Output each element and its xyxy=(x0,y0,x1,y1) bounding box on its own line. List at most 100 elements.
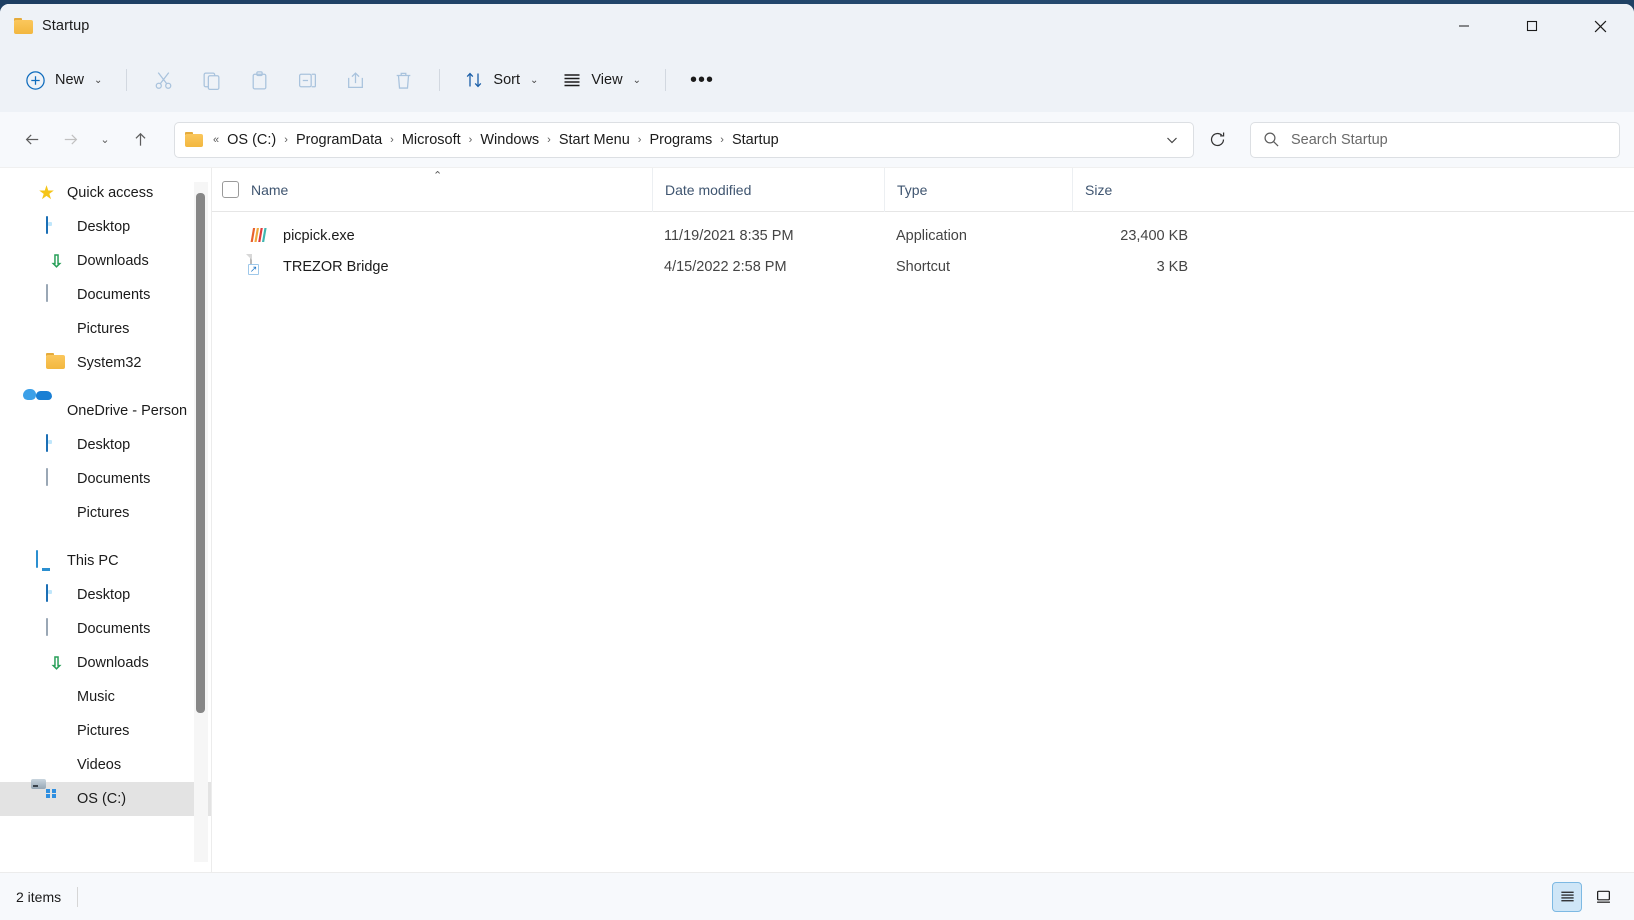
forward-button[interactable] xyxy=(52,122,88,158)
sidebar-item-desktop[interactable]: Desktop ⮟ xyxy=(0,210,212,244)
column-header-label: Type xyxy=(897,182,927,198)
sidebar-item-onedrive-documents[interactable]: Documents xyxy=(0,462,212,496)
details-view-icon xyxy=(1559,888,1576,905)
shortcut-icon: ↗ xyxy=(248,256,270,278)
breadcrumb-item-5[interactable]: Programs xyxy=(643,128,718,152)
search-box[interactable]: Search Startup xyxy=(1250,122,1620,158)
sidebar-item-pc-music[interactable]: Music xyxy=(0,680,212,714)
breadcrumb-separator: › xyxy=(636,134,644,146)
sidebar-item-pc-documents[interactable]: Documents xyxy=(0,612,212,646)
column-header-name[interactable]: Name xyxy=(212,168,652,212)
music-icon xyxy=(46,687,67,708)
breadcrumb-item-0[interactable]: OS (C:) xyxy=(221,128,282,152)
breadcrumb-item-6[interactable]: Startup xyxy=(726,128,785,152)
column-header-label: Size xyxy=(1085,182,1112,198)
search-input[interactable]: Search Startup xyxy=(1291,132,1388,148)
table-row[interactable]: picpick.exe 11/19/2021 8:35 PM Applicati… xyxy=(212,220,1634,251)
sidebar-item-this-pc[interactable]: This PC xyxy=(0,544,212,578)
column-header-size[interactable]: Size xyxy=(1072,168,1202,212)
share-button[interactable] xyxy=(332,60,378,100)
sidebar-item-pc-desktop[interactable]: Desktop xyxy=(0,578,212,612)
copy-icon xyxy=(201,70,222,91)
column-header-type[interactable]: Type xyxy=(884,168,1072,212)
breadcrumb-item-3[interactable]: Windows xyxy=(474,128,545,152)
close-button[interactable] xyxy=(1566,4,1634,48)
sidebar-item-label: System32 xyxy=(77,355,141,371)
breadcrumb-separator: › xyxy=(282,134,290,146)
folder-icon xyxy=(185,132,203,147)
breadcrumb-item-2[interactable]: Microsoft xyxy=(396,128,467,152)
sidebar-item-label: Documents xyxy=(77,287,150,303)
breadcrumb-item-1[interactable]: ProgramData xyxy=(290,128,388,152)
file-name-cell[interactable]: picpick.exe xyxy=(212,220,652,251)
drive-icon xyxy=(46,789,67,810)
select-all-checkbox[interactable] xyxy=(222,181,239,198)
rename-button[interactable] xyxy=(284,60,330,100)
arrow-right-icon xyxy=(61,130,80,149)
sidebar-item-downloads[interactable]: ⇩ Downloads ⮟ xyxy=(0,244,212,278)
table-row[interactable]: ↗ TREZOR Bridge 4/15/2022 2:58 PM Shortc… xyxy=(212,251,1634,282)
file-name-cell[interactable]: ↗ TREZOR Bridge xyxy=(212,251,652,282)
sidebar-item-pictures[interactable]: Pictures ⮟ xyxy=(0,312,212,346)
column-header-label: Name xyxy=(251,182,288,198)
window-title: Startup xyxy=(42,18,89,34)
item-count-label: 2 items xyxy=(16,889,61,905)
video-icon xyxy=(46,755,67,776)
up-button[interactable] xyxy=(122,122,158,158)
details-view-button[interactable] xyxy=(1552,882,1582,912)
sidebar-spacer-2 xyxy=(0,530,212,544)
sidebar-item-os-c[interactable]: OS (C:) xyxy=(0,782,212,816)
sidebar-item-label: Pictures xyxy=(77,505,129,521)
sidebar-item-quick-access[interactable]: ★ Quick access xyxy=(0,176,212,210)
back-button[interactable] xyxy=(14,122,50,158)
sidebar-item-label: Videos xyxy=(77,757,121,773)
trash-icon xyxy=(393,70,414,91)
refresh-button[interactable] xyxy=(1198,122,1236,158)
minimize-button[interactable] xyxy=(1430,4,1498,48)
sidebar-item-label: Desktop xyxy=(77,219,130,235)
folder-icon xyxy=(46,353,67,374)
sidebar-item-pc-downloads[interactable]: ⇩ Downloads xyxy=(0,646,212,680)
view-button[interactable]: View ⌄ xyxy=(551,60,652,100)
content-area: ★ Quick access Desktop ⮟ ⇩ Downloads ⮟ D… xyxy=(0,168,1634,872)
cut-button[interactable] xyxy=(140,60,186,100)
toolbar-separator-3 xyxy=(665,69,666,91)
picpick-icon xyxy=(248,225,270,247)
sidebar-item-onedrive-desktop[interactable]: Desktop xyxy=(0,428,212,462)
breadcrumb-item-4[interactable]: Start Menu xyxy=(553,128,636,152)
delete-button[interactable] xyxy=(380,60,426,100)
breadcrumb-dropdown-button[interactable] xyxy=(1155,125,1189,155)
sort-button[interactable]: Sort ⌄ xyxy=(453,60,549,100)
paste-button[interactable] xyxy=(236,60,282,100)
file-list-pane: Name Date modified Type Size ⌃ xyxy=(212,168,1634,872)
picture-icon xyxy=(46,503,67,524)
sidebar-item-pc-pictures[interactable]: Pictures xyxy=(0,714,212,748)
window-controls xyxy=(1430,4,1634,48)
sidebar-item-documents[interactable]: Documents ⮟ xyxy=(0,278,212,312)
sidebar-scrollbar-thumb[interactable] xyxy=(196,193,205,713)
copy-button[interactable] xyxy=(188,60,234,100)
breadcrumb-bar[interactable]: « OS (C:) › ProgramData › Microsoft › Wi… xyxy=(174,122,1194,158)
sort-arrows-icon xyxy=(464,70,484,90)
desktop-icon xyxy=(46,217,67,238)
new-button[interactable]: New ⌄ xyxy=(14,60,113,100)
sort-ascending-icon: ⌃ xyxy=(433,171,442,182)
file-size-cell: 3 KB xyxy=(1072,251,1202,282)
file-date-cell: 11/19/2021 8:35 PM xyxy=(652,220,884,251)
sidebar-item-pc-videos[interactable]: Videos xyxy=(0,748,212,782)
breadcrumb-overflow[interactable]: « xyxy=(211,134,221,146)
large-icons-view-button[interactable] xyxy=(1588,882,1618,912)
folder-icon xyxy=(14,18,33,34)
sidebar-divider xyxy=(211,168,212,872)
column-header-date-modified[interactable]: Date modified xyxy=(652,168,884,212)
breadcrumb-separator: › xyxy=(388,134,396,146)
maximize-button[interactable] xyxy=(1498,4,1566,48)
sidebar-item-system32[interactable]: System32 xyxy=(0,346,212,380)
recent-locations-button[interactable]: ⌄ xyxy=(90,122,120,158)
breadcrumb-separator: › xyxy=(718,134,726,146)
sidebar-item-label: Pictures xyxy=(77,321,129,337)
see-more-button[interactable]: ••• xyxy=(679,60,725,100)
sidebar-item-onedrive[interactable]: OneDrive - Person xyxy=(0,394,212,428)
document-icon xyxy=(46,285,67,306)
sidebar-item-onedrive-pictures[interactable]: Pictures xyxy=(0,496,212,530)
